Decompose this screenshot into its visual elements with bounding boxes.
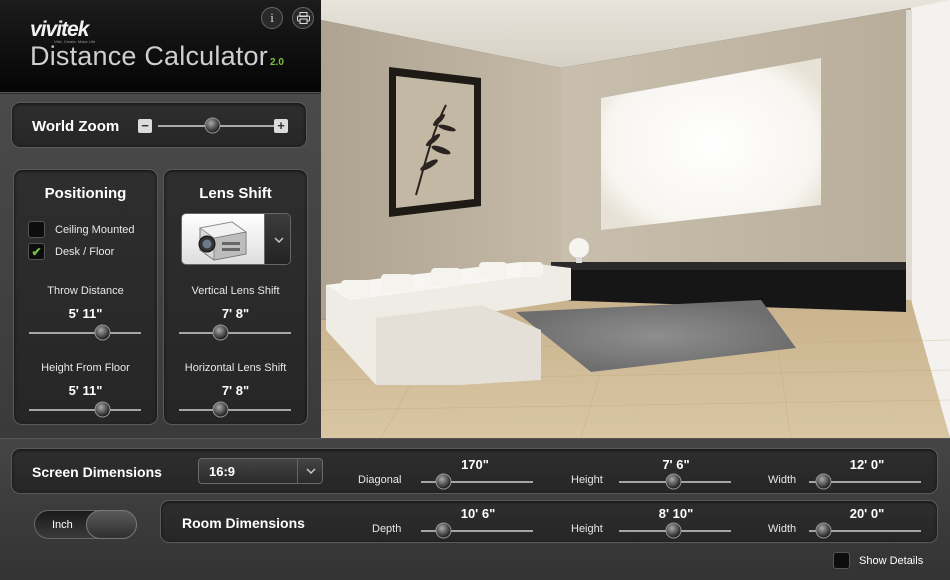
room-height-slider-knob[interactable]	[665, 522, 682, 539]
print-button[interactable]	[292, 7, 314, 29]
app-header: vivitek Visit, Create, Make Life Distanc…	[0, 0, 321, 93]
room-dimensions-title: Room Dimensions	[182, 515, 305, 531]
unit-toggle[interactable]: Inch	[34, 510, 137, 539]
vertical-lens-shift-value: 7' 8"	[221, 306, 250, 321]
ceiling-mounted-option[interactable]: Ceiling Mounted	[28, 221, 135, 238]
diagonal-slider-knob[interactable]	[435, 473, 452, 490]
unit-label: Inch	[52, 519, 73, 531]
desk-floor-option[interactable]: ✔ Desk / Floor	[28, 243, 114, 260]
room-scene	[321, 0, 950, 438]
positioning-title: Positioning	[44, 185, 127, 202]
room-depth-slider-knob[interactable]	[435, 522, 452, 539]
horizontal-lens-shift-value: 7' 8"	[221, 383, 250, 398]
throw-distance-track[interactable]	[29, 332, 141, 334]
app-title: Distance Calculator	[30, 41, 268, 71]
ceiling-mounted-checkbox[interactable]	[28, 221, 45, 238]
world-zoom-slider-knob[interactable]	[204, 117, 221, 134]
room-width-slider-knob[interactable]	[815, 522, 832, 539]
positioning-panel: Positioning Ceiling Mounted ✔ Desk / Flo…	[13, 169, 158, 425]
vertical-lens-shift-label: Vertical Lens Shift	[191, 285, 280, 297]
world-zoom-track[interactable]	[158, 125, 288, 127]
room-depth-label: Depth	[372, 523, 402, 535]
horizontal-lens-shift-label: Horizontal Lens Shift	[184, 362, 287, 374]
screen-width-label: Width	[768, 474, 797, 486]
show-details-checkbox[interactable]	[833, 552, 850, 569]
lens-shift-panel: Lens Shift Vertical Lens Shift 7' 8" Hor…	[163, 169, 308, 425]
print-icon	[296, 12, 310, 24]
vertical-lens-shift-slider-knob[interactable]	[212, 324, 229, 341]
room-dimensions-panel: Room Dimensions Depth 10' 6" Height 8' 1…	[160, 500, 938, 543]
desk-floor-label: Desk / Floor	[55, 245, 115, 258]
zoom-out-button[interactable]: −	[138, 119, 152, 133]
height-from-floor-track[interactable]	[29, 409, 141, 411]
height-from-floor-slider-knob[interactable]	[94, 401, 111, 418]
chevron-down-icon	[306, 468, 315, 474]
control-panel: World Zoom − + Positioning Ceiling Mount…	[0, 94, 321, 438]
screen-height-slider-knob[interactable]	[665, 473, 682, 490]
projector-model-select[interactable]	[181, 213, 291, 265]
throw-distance-value: 5' 11"	[68, 306, 103, 321]
projector-image	[182, 214, 264, 264]
room-width-label: Width	[768, 523, 797, 535]
aspect-ratio-value: 16:9	[209, 464, 236, 479]
throw-distance-label: Throw Distance	[47, 285, 124, 297]
room-height-value: 8' 10"	[658, 506, 694, 521]
diagonal-label: Diagonal	[358, 474, 402, 486]
chevron-down-icon	[274, 237, 283, 243]
projector-dropdown-arrow[interactable]	[264, 214, 290, 264]
horizontal-lens-shift-track[interactable]	[179, 409, 291, 411]
info-button[interactable]: i	[261, 7, 283, 29]
screen-width-slider-knob[interactable]	[815, 473, 832, 490]
show-details-option[interactable]: Show Details	[833, 552, 923, 569]
diagonal-value: 170"	[461, 457, 489, 472]
zoom-in-button[interactable]: +	[274, 119, 288, 133]
height-from-floor-value: 5' 11"	[68, 383, 103, 398]
vertical-lens-shift-track[interactable]	[179, 332, 291, 334]
throw-distance-slider-knob[interactable]	[94, 324, 111, 341]
info-icon: i	[270, 10, 274, 25]
room-height-label: Height	[571, 523, 603, 535]
dimensions-panel: Screen Dimensions 16:9 Diagonal 170" Hei…	[0, 438, 950, 580]
aspect-ratio-dropdown-arrow[interactable]	[297, 459, 323, 483]
room-width-value: 20' 0"	[849, 506, 885, 521]
world-zoom-panel: World Zoom − +	[11, 102, 307, 148]
screen-dimensions-title: Screen Dimensions	[32, 464, 162, 480]
aspect-ratio-select[interactable]: 16:9	[198, 458, 323, 484]
ceiling-mounted-label: Ceiling Mounted	[55, 223, 135, 236]
height-from-floor-label: Height From Floor	[41, 362, 130, 374]
screen-width-value: 12' 0"	[849, 457, 885, 472]
screen-height-value: 7' 6"	[662, 457, 690, 472]
world-zoom-label: World Zoom	[32, 118, 120, 135]
unit-toggle-knob[interactable]	[86, 510, 137, 539]
room-preview[interactable]	[321, 0, 950, 438]
show-details-label: Show Details	[859, 554, 924, 567]
horizontal-lens-shift-slider-knob[interactable]	[212, 401, 229, 418]
screen-dimensions-panel: Screen Dimensions 16:9 Diagonal 170" Hei…	[11, 448, 938, 494]
room-depth-value: 10' 6"	[460, 506, 496, 521]
checkmark-icon: ✔	[31, 244, 42, 259]
version-badge: 2.0	[270, 57, 284, 68]
desk-floor-checkbox[interactable]: ✔	[28, 243, 45, 260]
screen-height-label: Height	[571, 474, 603, 486]
lens-shift-title: Lens Shift	[199, 185, 272, 202]
